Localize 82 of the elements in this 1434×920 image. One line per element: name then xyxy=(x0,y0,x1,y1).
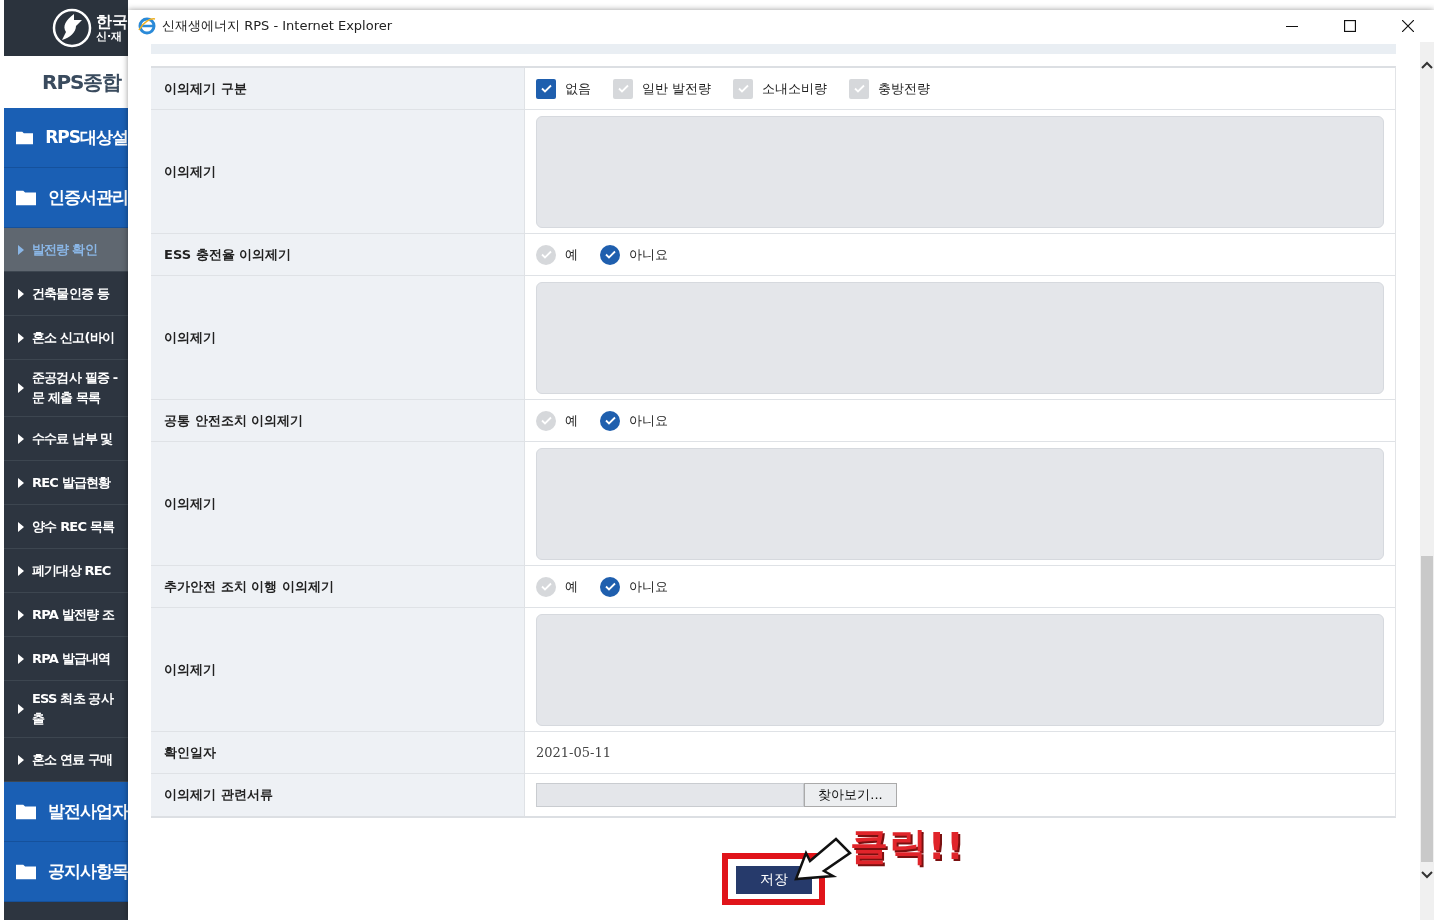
field-label: 이의제기 xyxy=(151,608,525,731)
field-label: 이의제기 xyxy=(151,110,525,233)
caret-icon xyxy=(18,477,24,488)
logo-text: 한국 xyxy=(96,13,128,31)
check-icon xyxy=(604,416,616,425)
radio-button[interactable] xyxy=(600,410,620,431)
site-title: RPS종합 xyxy=(42,68,122,96)
radio-button[interactable] xyxy=(600,244,620,265)
checkbox-option[interactable]: 소내소비량 xyxy=(733,78,828,99)
text-area[interactable] xyxy=(536,447,1384,560)
folder-icon xyxy=(16,803,36,820)
file-path-field[interactable] xyxy=(536,783,804,807)
folder-icon xyxy=(16,189,36,206)
radio-option[interactable]: 예 xyxy=(536,244,578,265)
check-icon xyxy=(604,250,616,259)
check-icon xyxy=(853,84,865,93)
save-button[interactable]: 저장 xyxy=(735,865,813,895)
caret-icon xyxy=(18,383,24,393)
caret-icon xyxy=(18,565,24,576)
checkbox-option[interactable]: 없음 xyxy=(536,78,591,99)
text-area[interactable] xyxy=(536,281,1384,394)
menu-section[interactable]: 인증서관리 xyxy=(4,168,128,228)
logo-icon xyxy=(52,8,92,48)
field-label: 이의제기 구분 xyxy=(151,68,525,109)
text-area[interactable] xyxy=(536,613,1384,726)
annotation-text: 클릭!! xyxy=(850,823,965,870)
radio-button[interactable] xyxy=(536,244,556,265)
checkbox-option[interactable]: 일반 발전량 xyxy=(613,78,712,99)
scroll-up-icon[interactable] xyxy=(1421,60,1433,70)
check-icon xyxy=(540,582,552,591)
radio-button[interactable] xyxy=(536,576,556,597)
check-icon xyxy=(604,582,616,591)
check-icon xyxy=(737,84,749,93)
field-label: 공통 안전조치 이의제기 xyxy=(151,400,525,441)
check-icon xyxy=(540,250,552,259)
radio-option[interactable]: 예 xyxy=(536,410,578,431)
field-label: 이의제기 관련서류 xyxy=(151,774,525,816)
checkbox[interactable] xyxy=(536,78,556,99)
caret-icon xyxy=(18,754,24,765)
field-label: 이의제기 xyxy=(151,442,525,565)
checkbox[interactable] xyxy=(613,78,633,99)
caret-icon xyxy=(18,433,24,444)
maximize-icon xyxy=(1344,20,1356,32)
checkbox-option[interactable]: 충방전량 xyxy=(849,78,931,99)
caret-icon xyxy=(18,704,24,714)
radio-option[interactable]: 아니요 xyxy=(600,410,668,431)
radio-button[interactable] xyxy=(536,410,556,431)
folder-icon xyxy=(16,129,34,146)
field-label: 확인일자 xyxy=(151,732,525,773)
field-label: 이의제기 xyxy=(151,276,525,399)
caret-icon xyxy=(18,332,24,343)
menu-section[interactable]: RPS대상설 xyxy=(4,108,128,168)
browser-icon xyxy=(138,17,156,35)
check-icon xyxy=(540,84,552,93)
field-label: ESS 충전율 이의제기 xyxy=(151,234,525,275)
date-value: 2021-05-11 xyxy=(536,745,611,760)
checkbox[interactable] xyxy=(849,78,870,99)
window-title: 신재생에너지 RPS - Internet Explorer xyxy=(162,17,394,35)
close-icon xyxy=(1402,20,1414,32)
caret-icon xyxy=(18,653,24,664)
logo-text: 신·재 xyxy=(96,30,123,43)
check-icon xyxy=(540,416,552,425)
scrollbar[interactable] xyxy=(1420,42,1434,920)
radio-option[interactable]: 예 xyxy=(536,576,578,597)
caret-icon xyxy=(18,244,24,255)
caret-icon xyxy=(18,609,24,620)
menu-section[interactable]: 공지사항목 xyxy=(4,842,128,902)
caret-icon xyxy=(18,521,24,532)
checkbox[interactable] xyxy=(733,78,754,99)
scrollbar-thumb[interactable] xyxy=(1421,556,1433,862)
caret-icon xyxy=(18,288,24,299)
folder-icon xyxy=(16,863,36,880)
radio-option[interactable]: 아니요 xyxy=(600,576,668,597)
pointer-arrow-icon xyxy=(794,835,854,881)
scroll-down-icon[interactable] xyxy=(1421,870,1433,880)
field-label: 추가안전 조치 이행 이의제기 xyxy=(151,566,525,607)
radio-button[interactable] xyxy=(600,576,620,597)
text-area[interactable] xyxy=(536,115,1384,228)
radio-option[interactable]: 아니요 xyxy=(600,244,668,265)
menu-section[interactable]: 발전사업자 xyxy=(4,782,128,842)
check-icon xyxy=(617,84,629,93)
browse-button[interactable]: 찾아보기... xyxy=(804,783,897,807)
